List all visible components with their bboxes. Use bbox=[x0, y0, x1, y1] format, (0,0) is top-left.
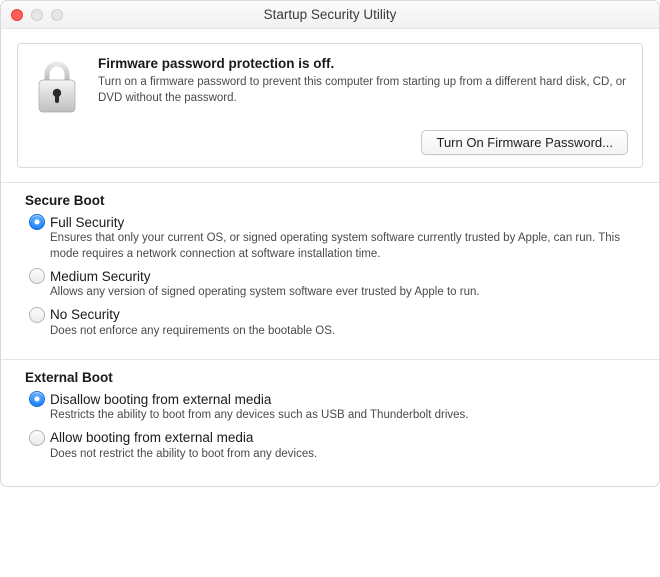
option-description: Does not enforce any requirements on the… bbox=[29, 324, 635, 340]
option-label: Full Security bbox=[50, 215, 124, 230]
radio-no-security[interactable] bbox=[29, 307, 45, 323]
option-label: No Security bbox=[50, 307, 120, 322]
firmware-title: Firmware password protection is off. bbox=[98, 56, 628, 71]
minimize-window-button[interactable] bbox=[31, 9, 43, 21]
external-boot-option-disallow[interactable]: Disallow booting from external media Res… bbox=[25, 391, 635, 424]
close-window-button[interactable] bbox=[11, 9, 23, 21]
window-title: Startup Security Utility bbox=[264, 7, 397, 22]
option-description: Allows any version of signed operating s… bbox=[29, 285, 635, 301]
radio-allow-external[interactable] bbox=[29, 430, 45, 446]
firmware-box: Firmware password protection is off. Tur… bbox=[17, 43, 643, 168]
titlebar: Startup Security Utility bbox=[1, 1, 659, 29]
secure-boot-option-none[interactable]: No Security Does not enforce any require… bbox=[25, 307, 635, 340]
option-label: Disallow booting from external media bbox=[50, 392, 271, 407]
option-description: Restricts the ability to boot from any d… bbox=[29, 408, 635, 424]
external-boot-section: External Boot Disallow booting from exte… bbox=[1, 360, 659, 486]
radio-disallow-external[interactable] bbox=[29, 391, 45, 407]
lock-icon bbox=[30, 56, 84, 116]
turn-on-firmware-password-button[interactable]: Turn On Firmware Password... bbox=[421, 130, 628, 155]
option-description: Ensures that only your current OS, or si… bbox=[29, 231, 635, 262]
radio-full-security[interactable] bbox=[29, 214, 45, 230]
firmware-description: Turn on a firmware password to prevent t… bbox=[98, 75, 628, 106]
secure-boot-option-full[interactable]: Full Security Ensures that only your cur… bbox=[25, 214, 635, 262]
secure-boot-heading: Secure Boot bbox=[25, 193, 635, 208]
firmware-panel: Firmware password protection is off. Tur… bbox=[1, 29, 659, 183]
radio-medium-security[interactable] bbox=[29, 268, 45, 284]
secure-boot-option-medium[interactable]: Medium Security Allows any version of si… bbox=[25, 268, 635, 301]
window: Startup Security Utility bbox=[0, 0, 660, 487]
zoom-window-button[interactable] bbox=[51, 9, 63, 21]
secure-boot-section: Secure Boot Full Security Ensures that o… bbox=[1, 183, 659, 360]
traffic-lights bbox=[11, 9, 63, 21]
external-boot-heading: External Boot bbox=[25, 370, 635, 385]
option-description: Does not restrict the ability to boot fr… bbox=[29, 447, 635, 463]
external-boot-option-allow[interactable]: Allow booting from external media Does n… bbox=[25, 430, 635, 463]
option-label: Medium Security bbox=[50, 269, 151, 284]
option-label: Allow booting from external media bbox=[50, 430, 253, 445]
